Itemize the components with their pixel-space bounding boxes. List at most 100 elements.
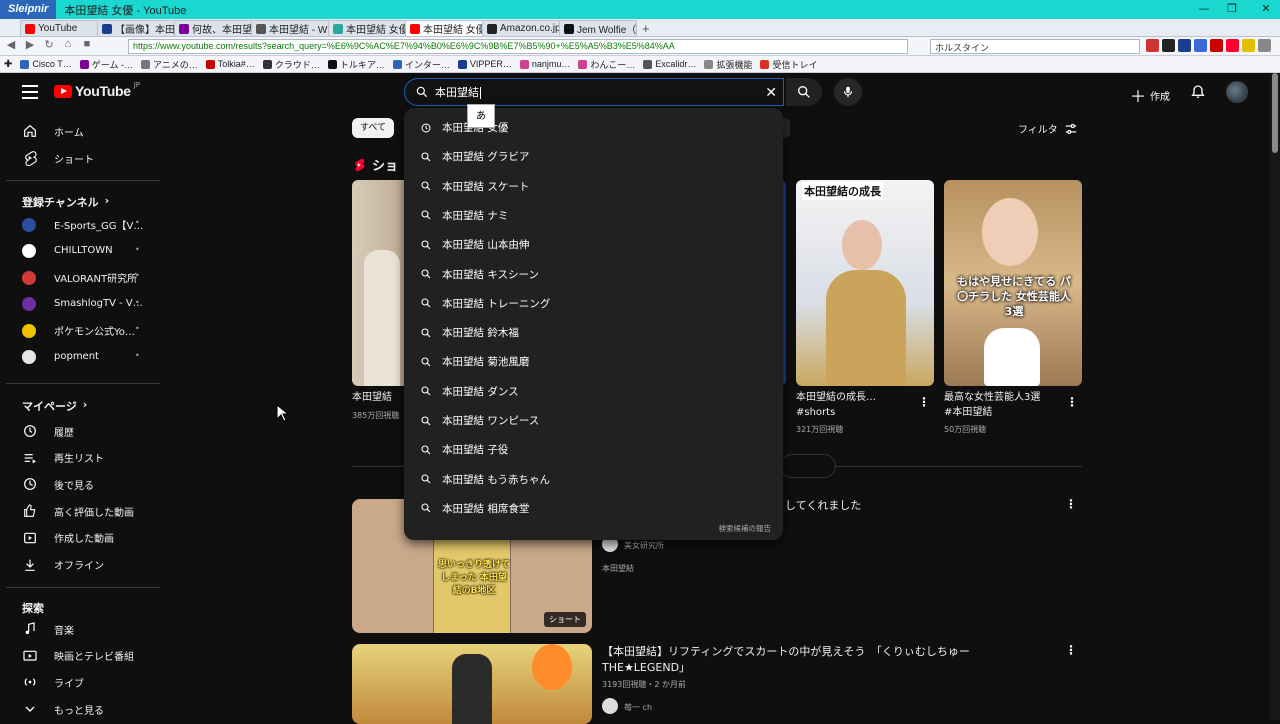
bookmark-item[interactable]: アニメの… — [140, 58, 198, 71]
bookmark-item[interactable]: nanjmu… — [519, 59, 570, 69]
suggestion-item[interactable]: 本田望結 女優 — [420, 120, 508, 135]
suggestion-item[interactable]: 本田望結 もう赤ちゃん — [420, 472, 550, 487]
sidebar-item-live[interactable]: ライブ — [22, 674, 84, 690]
tab-0[interactable]: YouTube — [20, 20, 98, 36]
back-icon[interactable]: ◀ — [3, 38, 19, 54]
sidebar-channel[interactable]: CHILLTOWN — [22, 243, 113, 258]
suggestion-item[interactable]: 本田望結 スケート — [420, 179, 529, 194]
suggestion-item[interactable]: 本田望結 トレーニング — [420, 296, 550, 311]
forward-icon[interactable]: ▶ — [22, 38, 38, 54]
scrollbar[interactable] — [1270, 73, 1280, 720]
notifications-bell-icon[interactable] — [1190, 83, 1206, 101]
check-ext-icon[interactable] — [1242, 39, 1255, 52]
tab-6[interactable]: Amazon.co.jp :… — [482, 20, 560, 36]
suggestion-item[interactable]: 本田望結 グラビア — [420, 149, 529, 164]
address-bar[interactable]: https://www.youtube.com/results?search_q… — [128, 39, 908, 54]
sidebar-item-music[interactable]: 音楽 — [22, 621, 74, 637]
tab-4[interactable]: 本田望結 女優 -… — [328, 20, 406, 36]
sidebar-item-playlist[interactable]: 再生リスト — [22, 450, 104, 466]
tab-2[interactable]: 何故、本田望結… — [174, 20, 252, 36]
short-title[interactable]: 最高な女性芸能人3選 — [944, 391, 1040, 405]
more-options-icon[interactable]: ⋮ — [918, 395, 930, 409]
read-ext-icon[interactable] — [1210, 39, 1223, 52]
bookmark-item[interactable]: わんこー… — [578, 58, 635, 71]
close-window-button[interactable]: ✕ — [1256, 2, 1276, 15]
sidebar-item-history[interactable]: 履歴 — [22, 423, 74, 439]
bookmark-item[interactable]: インター… — [392, 58, 450, 71]
sidebar-channel[interactable]: SmashlogTV - V… — [22, 296, 143, 311]
short-title[interactable]: 本田望結 — [352, 391, 392, 405]
bookmark-item[interactable]: 受信トレイ — [760, 58, 817, 71]
reload-icon[interactable]: ↻ — [41, 38, 57, 54]
bookmark-item[interactable]: クラウド… — [262, 58, 320, 71]
search-box[interactable]: 本田望結 ✕ — [404, 78, 784, 106]
maximize-button[interactable]: ❐ — [1222, 2, 1242, 15]
bookmark-item[interactable]: 拡張機能 — [704, 58, 752, 71]
sidebar-item-movies[interactable]: 映画とテレビ番組 — [22, 648, 134, 664]
chip-all[interactable]: すべて — [352, 118, 395, 138]
new-tab-button[interactable]: + — [642, 21, 650, 36]
sidebar-item-your-videos[interactable]: 作成した動画 — [22, 530, 114, 546]
sidebar-channel[interactable]: VALORANT研究所 — [22, 270, 137, 285]
more-options-icon[interactable]: ⋮ — [1066, 395, 1078, 409]
clear-search-icon[interactable]: ✕ — [765, 85, 777, 101]
suggestion-item[interactable]: 本田望結 ナミ — [420, 208, 508, 223]
menu-ext-icon[interactable] — [1258, 39, 1271, 52]
sidebar-item-download[interactable]: オフライン — [22, 557, 104, 573]
show-more-button[interactable] — [780, 454, 836, 478]
report-suggestions-link[interactable]: 検索候補の報告 — [719, 523, 772, 534]
sidebar-channel[interactable]: popment — [22, 349, 99, 364]
short-thumbnail[interactable]: もはや見せにきてる パ〇チラした 女性芸能人 3選 — [944, 180, 1082, 386]
bookmark-item[interactable]: Excalidr… — [643, 59, 696, 69]
suggestion-item[interactable]: 本田望結 菊池風磨 — [420, 354, 529, 369]
channel-name[interactable]: 苺一 ch — [624, 702, 652, 713]
menu-icon[interactable] — [22, 85, 38, 99]
short-thumbnail[interactable]: 本田望結の成長 — [796, 180, 934, 386]
voice-search-button[interactable] — [834, 78, 862, 106]
sidebar-channel[interactable]: E-Sports_GG【V… — [22, 217, 143, 232]
filter-button[interactable]: フィルタ — [1018, 121, 1078, 136]
tab-3[interactable]: 本田望結 - Wiki… — [251, 20, 329, 36]
avatar[interactable] — [1226, 81, 1248, 103]
bookmark-ext-icon[interactable] — [1178, 39, 1191, 52]
youtube-logo[interactable]: YouTube JP — [54, 81, 140, 99]
bookmark-item[interactable]: トルキア… — [327, 58, 385, 71]
suggestion-item[interactable]: 本田望結 キスシーン — [420, 267, 539, 282]
sidebar-item-chevron-down[interactable]: もっと見る — [22, 701, 104, 717]
suggestion-item[interactable]: 本田望結 相席食堂 — [420, 501, 529, 516]
stop-icon[interactable]: ■ — [79, 38, 95, 54]
yahoo-ext-icon[interactable] — [1226, 39, 1239, 52]
search-button[interactable] — [786, 78, 822, 106]
browser-search-box[interactable]: ホルスタイン — [930, 39, 1140, 54]
bookmark-item[interactable]: Cisco T… — [20, 59, 72, 69]
sidebar-item-watch-later[interactable]: 後で見る — [22, 476, 94, 492]
suggestion-item[interactable]: 本田望結 山本由伸 — [420, 237, 529, 252]
short-hashtag[interactable]: #shorts — [796, 406, 835, 420]
add-bookmark-icon[interactable]: ✚ — [4, 59, 12, 70]
short-hashtag[interactable]: #本田望結 — [944, 406, 992, 420]
more-options-icon[interactable]: ⋮ — [1065, 497, 1077, 511]
scrollbar-thumb[interactable] — [1272, 73, 1278, 153]
channel-name[interactable]: 美女研究所 — [624, 540, 664, 551]
suggestion-item[interactable]: 本田望結 子役 — [420, 442, 508, 457]
create-button[interactable]: ＋作成 — [1130, 83, 1170, 107]
short-title[interactable]: 本田望結の成長… — [796, 391, 876, 405]
sidebar-item-home[interactable]: ホーム — [22, 123, 84, 139]
tab-1[interactable]: 【画像】本田ぼう… — [97, 20, 175, 36]
translate-ext-icon[interactable] — [1194, 39, 1207, 52]
video-title[interactable]: してくれました — [785, 498, 861, 514]
subscriptions-header[interactable]: 登録チャンネル › — [22, 194, 109, 210]
channel-avatar[interactable] — [602, 698, 618, 714]
video-thumbnail[interactable] — [352, 644, 592, 724]
suggestion-item[interactable]: 本田望結 ワンピース — [420, 413, 539, 428]
video-title[interactable]: 【本田望結】リフティングでスカートの中が見えそう 「くりぃむしちゅーTHE★LE… — [602, 644, 1022, 676]
minimize-button[interactable]: — — [1194, 2, 1214, 15]
sidebar-item-shorts[interactable]: ショート — [22, 150, 94, 166]
tab-5[interactable]: 本田望結 女優 -… — [405, 20, 483, 36]
suggestion-item[interactable]: 本田望結 鈴木福 — [420, 325, 519, 340]
more-options-icon[interactable]: ⋮ — [1065, 643, 1077, 657]
tab-menu-icon[interactable] — [0, 20, 20, 36]
sidebar-item-thumbs-up[interactable]: 高く評価した動画 — [22, 503, 134, 519]
bookmark-item[interactable]: ゲーム -… — [79, 58, 133, 71]
tab-7[interactable]: Jem Wolfie（@l… — [559, 20, 637, 36]
